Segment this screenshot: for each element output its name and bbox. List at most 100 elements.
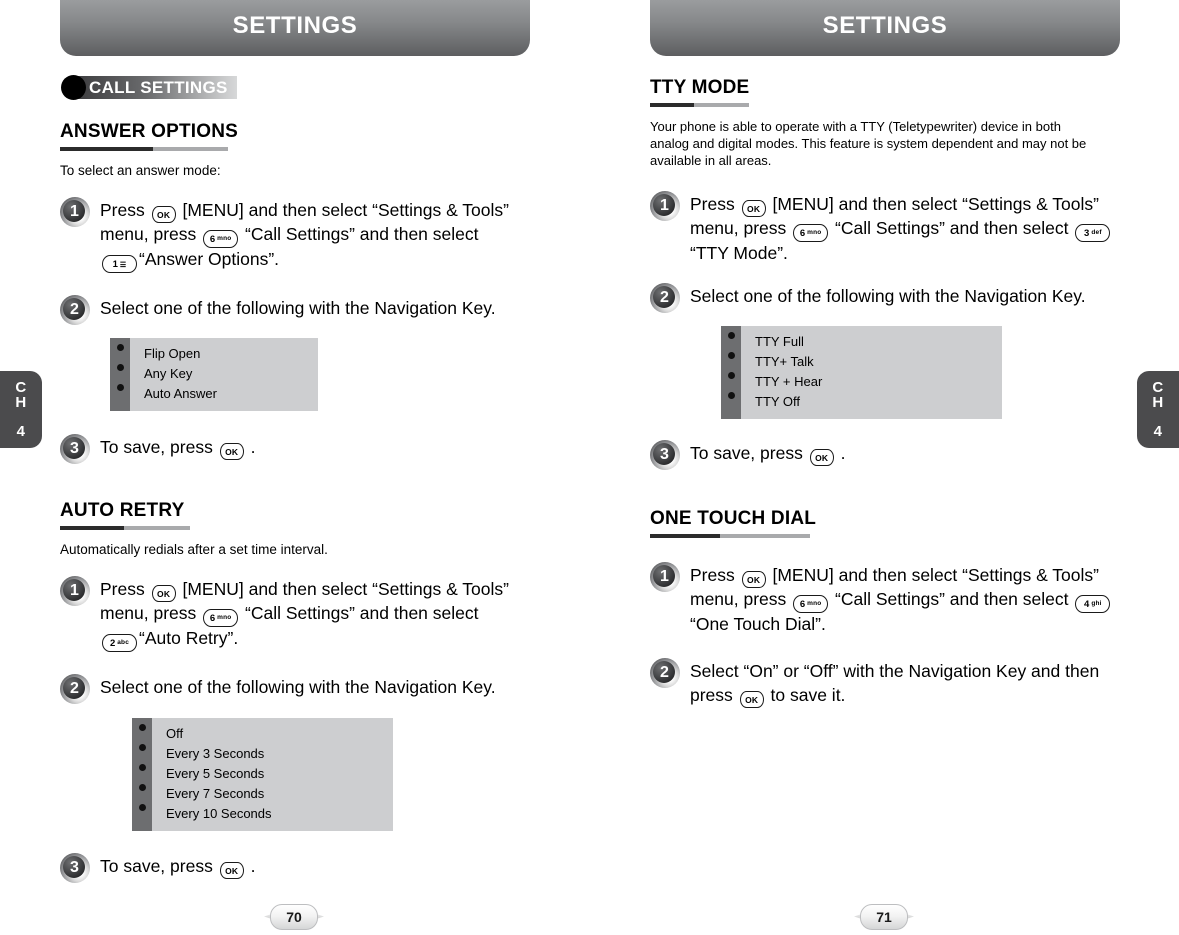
step-text-part: . (245, 437, 256, 457)
numeric-key-4-icon: 4 ghi (1075, 594, 1111, 613)
option-list-tty-mode: TTY Full TTY+ Talk TTY + Hear TTY Off (721, 325, 1179, 419)
list-item[interactable]: Every 10 Seconds (166, 804, 393, 824)
step-item: 3 To save, press OK . (60, 853, 590, 883)
page-number-right: 71 (845, 903, 923, 931)
step-item: 1 Press OK [MENU] and then select “Setti… (650, 561, 1179, 637)
ok-key-icon: OK (741, 200, 766, 217)
step-item: 2 Select “On” or “Off” with the Navigati… (650, 658, 1179, 708)
bullet-icon (727, 331, 735, 339)
list-item[interactable]: Off (166, 724, 393, 744)
section-answer-options: ANSWER OPTIONS (60, 121, 590, 151)
list-item[interactable]: TTY+ Talk (755, 352, 1002, 372)
list-item[interactable]: Every 5 Seconds (166, 764, 393, 784)
step-number: 1 (70, 582, 79, 599)
chapter-tab-left: C H 4 (0, 371, 42, 448)
step-text-part: To save, press (100, 437, 218, 457)
step-text: To save, press OK . (100, 434, 255, 460)
heading-rule (60, 147, 228, 151)
step-text-part: “Answer Options”. (139, 249, 280, 269)
step-text: To save, press OK . (100, 853, 255, 879)
step-text-part: Press (690, 194, 740, 214)
list-item[interactable]: TTY Off (755, 392, 1002, 412)
section-badge-bar: CALL SETTINGS (75, 76, 237, 99)
step-number: 1 (70, 203, 79, 220)
list-item[interactable]: Every 7 Seconds (166, 784, 393, 804)
option-list-auto-retry: Off Every 3 Seconds Every 5 Seconds Ever… (132, 718, 590, 831)
bullet-icon (116, 384, 124, 391)
step-text-part: “Call Settings” and then select (835, 218, 1074, 238)
list-item[interactable]: TTY + Hear (755, 372, 1002, 392)
list-item[interactable]: Any Key (144, 364, 318, 384)
step-text-part: “Call Settings” and then select (245, 603, 479, 623)
step-item: 1 Press OK [MENU] and then select “Setti… (60, 197, 590, 273)
step-text: Select “On” or “Off” with the Navigation… (690, 658, 1115, 708)
step-text: Press OK [MENU] and then select “Setting… (690, 562, 1115, 637)
step-item: 1 Press OK [MENU] and then select “Setti… (650, 191, 1179, 266)
page-right: SETTINGS TTY MODE Your phone is able to … (650, 0, 1179, 935)
step-number: 1 (660, 197, 669, 214)
page-number-value: 71 (860, 904, 908, 930)
section-intro: Automatically redials after a set time i… (60, 542, 328, 557)
section-heading: ONE TOUCH DIAL (650, 507, 817, 529)
list-item[interactable]: Every 3 Seconds (166, 744, 393, 764)
heading-rule (650, 533, 810, 538)
section-badge-label: CALL SETTINGS (89, 77, 228, 97)
step-number: 1 (660, 567, 669, 585)
list-item[interactable]: Flip Open (144, 344, 318, 364)
page-left: SETTINGS CALL SETTINGS ANSWER OPTIONS To… (60, 0, 590, 935)
step-badge: 1 (650, 561, 680, 592)
chapter-tab-number: 4 (16, 423, 26, 440)
ok-key-icon: OK (151, 206, 176, 223)
section-intro: To select an answer mode: (60, 163, 221, 178)
chapter-tab-letters: C H (15, 380, 26, 410)
step-text-part: . (245, 856, 256, 876)
chapter-letter-h: H (15, 394, 27, 411)
step-text: Select one of the following with the Nav… (690, 285, 1086, 306)
option-labels: Off Every 3 Seconds Every 5 Seconds Ever… (152, 718, 393, 831)
ok-key-icon: OK (151, 585, 176, 602)
page-number-left: 70 (255, 903, 333, 931)
option-bullets (110, 338, 130, 411)
step-text-part: Press (100, 579, 150, 599)
numeric-key-6-icon: 6 mno (203, 609, 239, 627)
bullet-icon (116, 344, 124, 351)
step-number: 2 (70, 680, 79, 697)
step-item: 2 Select one of the following with the N… (60, 674, 590, 704)
ok-key-icon: OK (219, 862, 244, 879)
step-text-part: “One Touch Dial”. (690, 613, 826, 634)
section-auto-retry: AUTO RETRY (60, 500, 590, 530)
step-text: Press OK [MENU] and then select “Setting… (690, 191, 1115, 266)
step-badge: 1 (60, 576, 90, 606)
step-text-part: Press (690, 564, 740, 585)
step-item: 3 To save, press OK . (650, 439, 1179, 470)
step-text-part: “Call Settings” and then select (245, 224, 479, 244)
ok-key-icon: OK (739, 690, 764, 708)
step-text: Press OK [MENU] and then select “Setting… (100, 197, 515, 273)
section-badge-call-settings: CALL SETTINGS (61, 75, 237, 100)
step-item: 1 Press OK [MENU] and then select “Setti… (60, 576, 590, 652)
numeric-key-6-icon: 6 mno (793, 594, 829, 613)
numeric-key-3-icon: 3 def (1075, 224, 1111, 242)
step-badge: 2 (60, 295, 90, 325)
step-text-part: To save, press (690, 442, 808, 463)
step-text-part: “Call Settings” and then select (835, 588, 1074, 609)
page-banner-title: SETTINGS (650, 0, 1120, 56)
page-banner-title: SETTINGS (60, 0, 530, 56)
step-number: 2 (660, 664, 669, 681)
bullet-icon (727, 351, 735, 359)
step-number: 3 (660, 445, 669, 463)
step-item: 3 To save, press OK . (60, 434, 590, 464)
step-text: Select one of the following with the Nav… (100, 677, 496, 697)
section-heading: ANSWER OPTIONS (60, 121, 239, 142)
list-item[interactable]: Auto Answer (144, 384, 318, 404)
section-intro: Your phone is able to operate with a TTY… (650, 119, 1087, 168)
step-text-part: . (835, 442, 846, 463)
numeric-key-2-icon: 2 abc (102, 634, 137, 652)
step-number: 2 (660, 288, 669, 306)
bullet-icon (727, 371, 735, 379)
heading-rule (60, 526, 190, 530)
list-item[interactable]: TTY Full (755, 332, 1002, 352)
step-text-part: To save, press (100, 856, 218, 876)
step-text-part: “Auto Retry”. (139, 628, 239, 648)
ok-key-icon: OK (809, 448, 834, 466)
